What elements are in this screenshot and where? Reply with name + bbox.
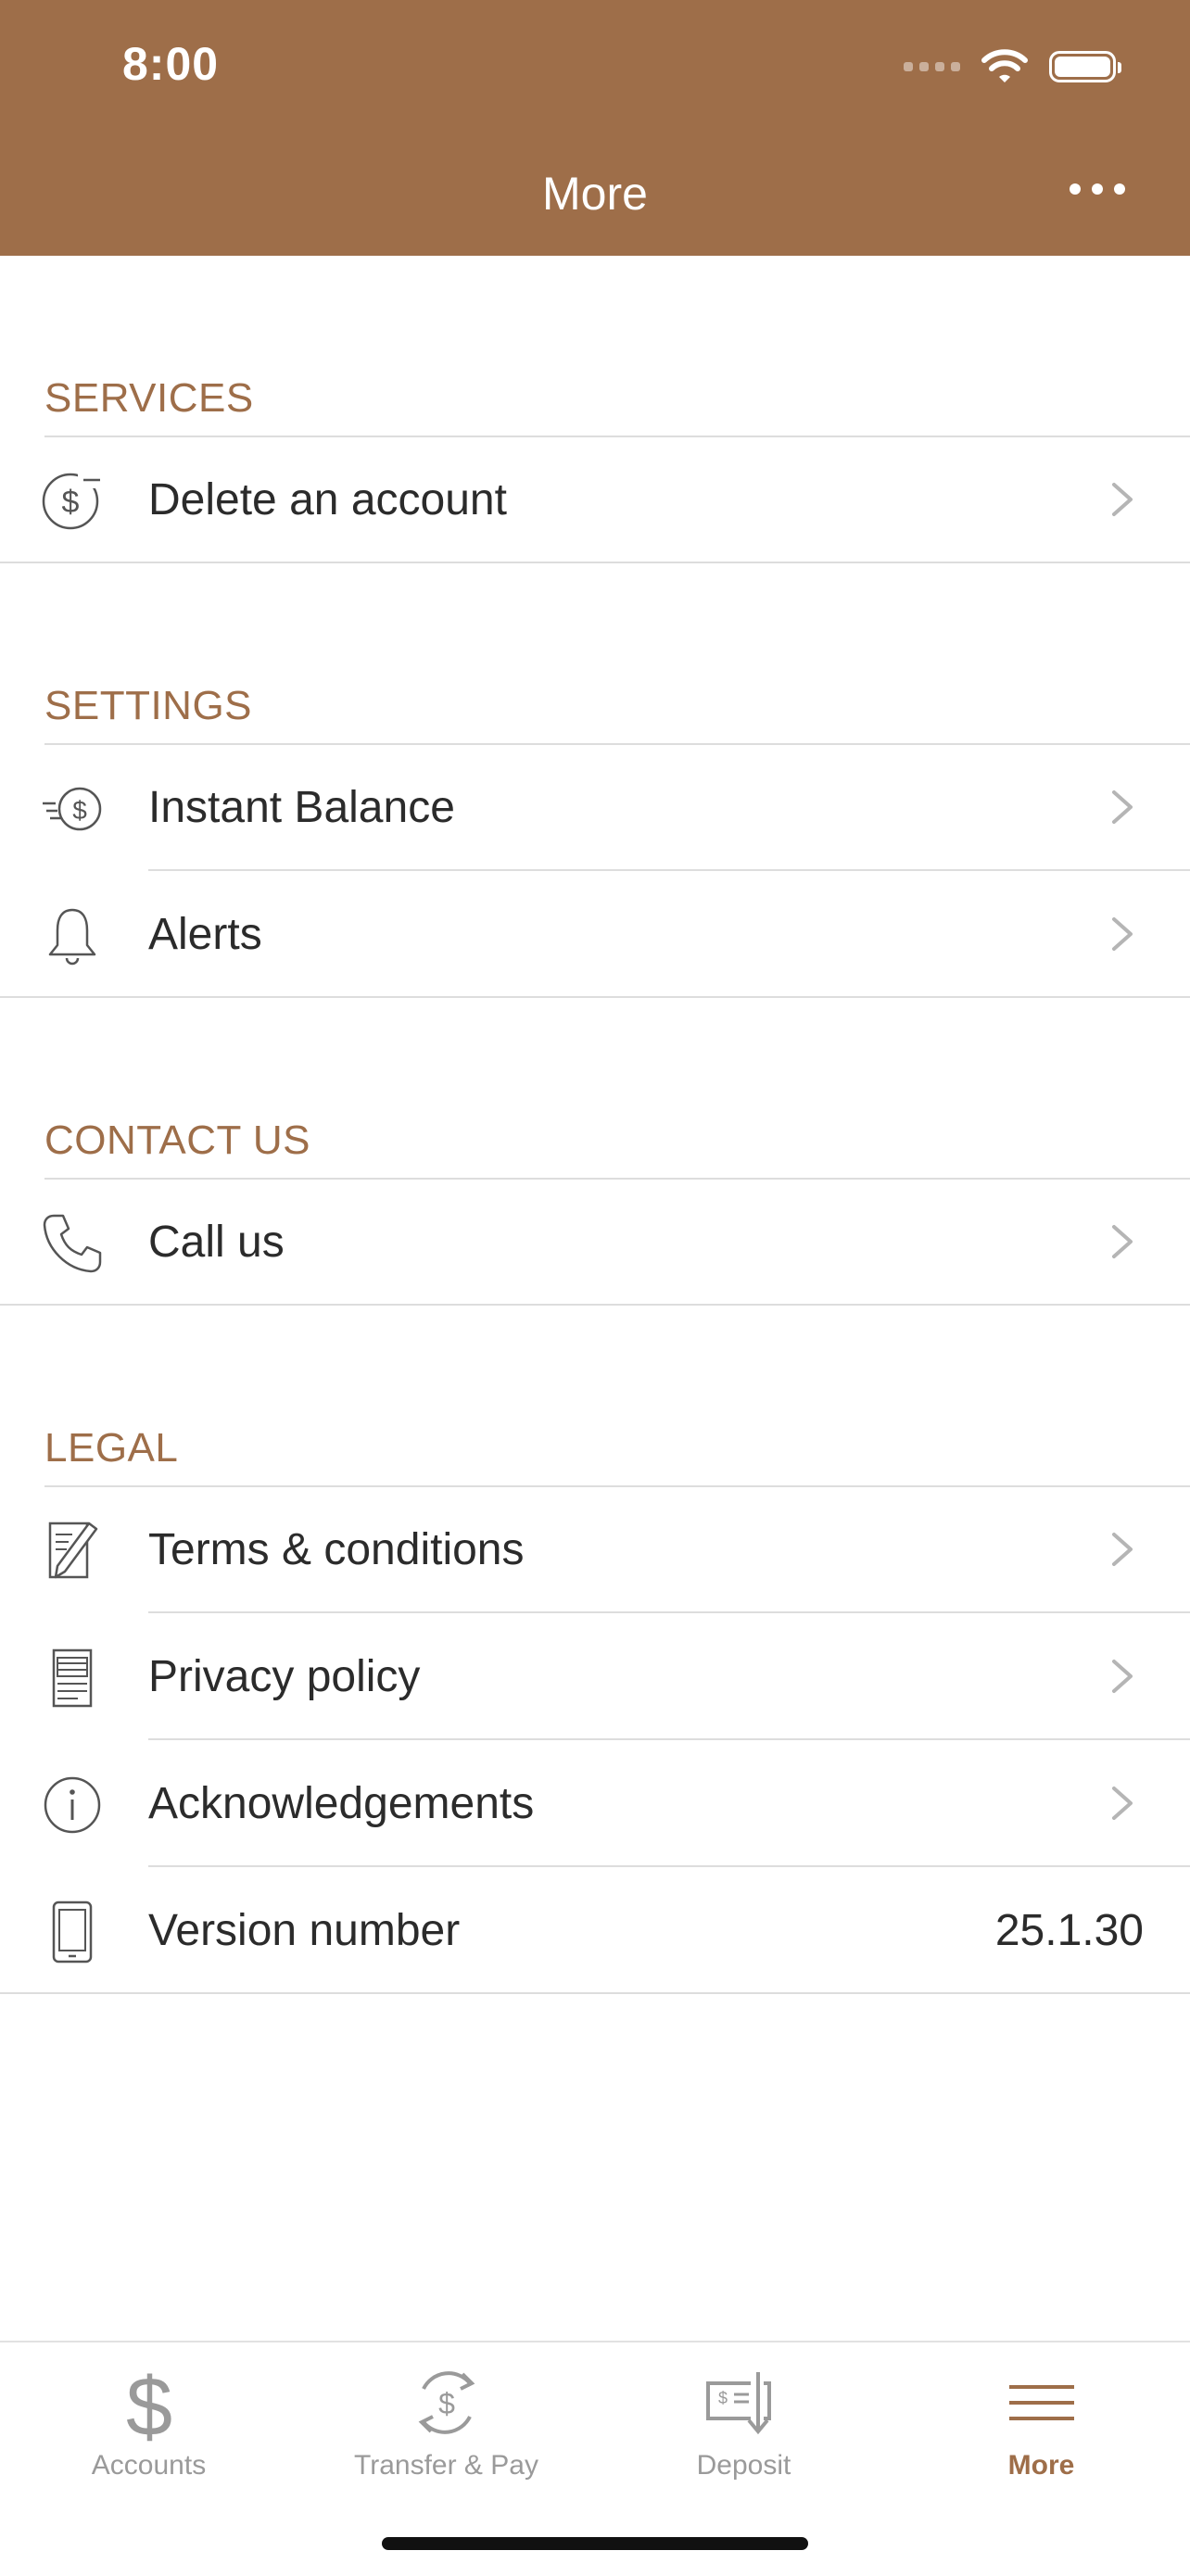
document-icon	[41, 1647, 104, 1710]
row-label: Alerts	[148, 910, 262, 959]
row-instant-balance[interactable]: $ Instant Balance	[0, 744, 1190, 871]
section-header-services: SERVICES	[0, 256, 1190, 437]
row-acknowledgements[interactable]: Acknowledgements	[0, 1740, 1190, 1867]
info-icon	[41, 1774, 104, 1837]
status-icons	[904, 46, 1121, 87]
page-title: More	[542, 168, 648, 220]
row-privacy-policy[interactable]: Privacy policy	[0, 1613, 1190, 1740]
chevron-right-icon	[1112, 917, 1133, 951]
app-header: 8:00 More	[0, 0, 1190, 256]
document-pen-icon	[41, 1520, 104, 1583]
dollar-icon: $	[125, 2361, 171, 2444]
dollar-minus-icon: $	[41, 470, 104, 533]
settings-list: SERVICES $ Delete an account SETTINGS $ …	[0, 256, 1190, 1994]
chevron-right-icon	[1112, 1660, 1133, 1693]
svg-text:$: $	[717, 2389, 727, 2407]
row-delete-account[interactable]: $ Delete an account	[0, 436, 1190, 563]
phone-icon	[41, 1212, 104, 1275]
menu-icon	[1008, 2385, 1074, 2420]
tab-transfer-pay[interactable]: $ Transfer & Pay	[298, 2361, 595, 2500]
chevron-right-icon	[1112, 1533, 1133, 1566]
row-version-number: Version number 25.1.30	[0, 1867, 1190, 1994]
check-deposit-icon: $	[705, 2370, 771, 2435]
battery-icon	[1049, 51, 1121, 82]
row-call-us[interactable]: Call us	[0, 1179, 1190, 1306]
row-label: Acknowledgements	[148, 1779, 535, 1828]
transfer-icon: $	[418, 2371, 475, 2434]
fast-dollar-icon: $	[41, 777, 104, 840]
bell-icon	[41, 904, 104, 967]
section-header-legal: LEGAL	[0, 1306, 1190, 1487]
svg-text:$: $	[72, 796, 87, 825]
row-label: Instant Balance	[148, 783, 455, 832]
row-label: Privacy policy	[148, 1652, 421, 1701]
chevron-right-icon	[1112, 1787, 1133, 1820]
chevron-right-icon	[1112, 790, 1133, 824]
svg-text:$: $	[125, 2361, 171, 2444]
tab-more[interactable]: More	[892, 2361, 1190, 2500]
more-dots-icon	[1070, 183, 1081, 195]
tab-accounts[interactable]: $ Accounts	[0, 2361, 298, 2500]
row-terms-conditions[interactable]: Terms & conditions	[0, 1486, 1190, 1613]
row-label: Terms & conditions	[148, 1525, 525, 1574]
chevron-right-icon	[1112, 483, 1133, 516]
status-time: 8:00	[122, 38, 220, 90]
svg-text:$: $	[62, 485, 80, 520]
row-label: Version number	[148, 1906, 461, 1955]
tab-deposit[interactable]: $ Deposit	[595, 2361, 892, 2500]
cellular-signal-icon	[904, 62, 960, 71]
home-indicator[interactable]	[382, 2537, 808, 2550]
wifi-icon	[981, 49, 1028, 82]
row-label: Call us	[148, 1218, 285, 1267]
row-alerts[interactable]: Alerts	[0, 871, 1190, 998]
section-header-settings: SETTINGS	[0, 563, 1190, 745]
row-label: Delete an account	[148, 475, 507, 524]
section-header-contact: CONTACT US	[0, 998, 1190, 1180]
more-options-button[interactable]	[1070, 183, 1125, 195]
phone-device-icon	[41, 1900, 104, 1964]
version-value: 25.1.30	[994, 1906, 1144, 1955]
chevron-right-icon	[1112, 1225, 1133, 1258]
svg-text:$: $	[438, 2387, 455, 2420]
